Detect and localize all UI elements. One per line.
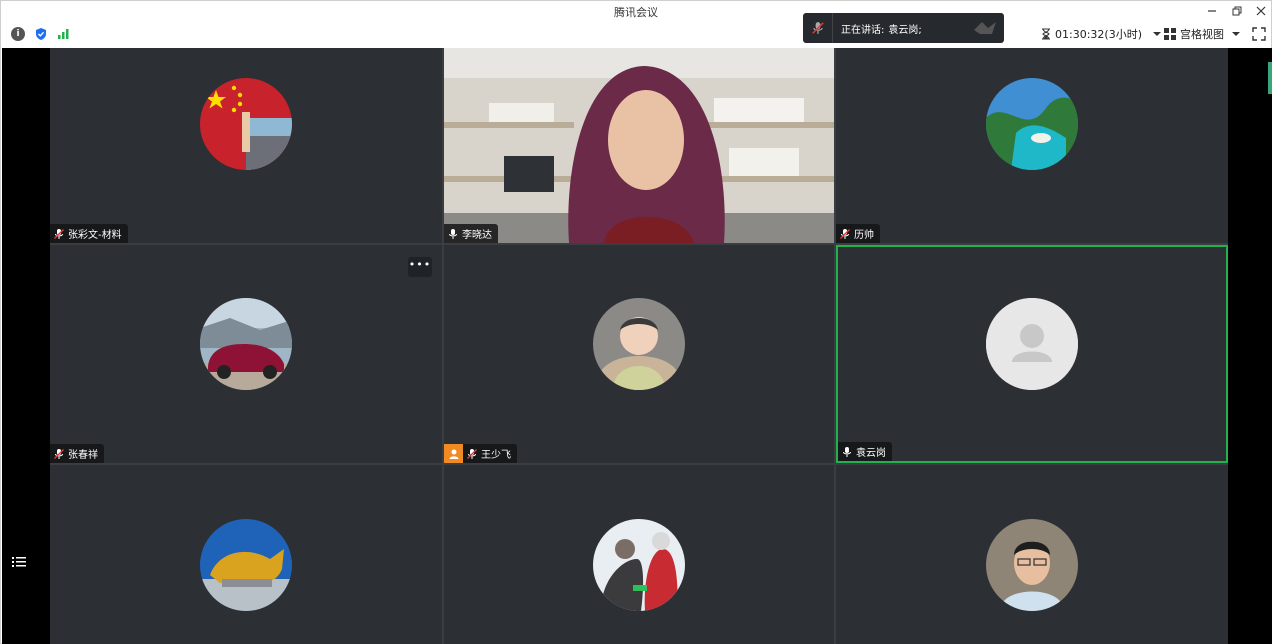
- mic-muted-icon: [54, 228, 64, 239]
- avatar-image: [593, 298, 685, 390]
- meeting-timer[interactable]: 01:30:32(3小时): [1041, 26, 1162, 42]
- avatar-image: [200, 519, 292, 611]
- participant-name: 历帅: [854, 230, 874, 241]
- avatar-image: [200, 78, 292, 170]
- avatar-image: [200, 298, 292, 390]
- avatar: [200, 298, 292, 390]
- speaking-label: 正在讲话:: [841, 24, 885, 36]
- participant-name-tag: 历帅: [836, 224, 880, 243]
- speaking-name: 袁云岗;: [888, 24, 922, 36]
- participant-name-tag: 袁云岗: [838, 442, 892, 461]
- host-badge: [444, 444, 463, 463]
- right-sidebar: [1228, 48, 1272, 644]
- avatar: [986, 519, 1078, 611]
- top-toolbar: i 01:30:32(3小时) 宫格视图: [1, 21, 1271, 47]
- speaker-mic: [803, 13, 833, 43]
- title-bar: 腾讯会议: [1, 1, 1271, 21]
- avatar-image: [593, 519, 685, 611]
- right-edge-handle[interactable]: [1268, 62, 1272, 94]
- timer-text: 01:30:32(3小时): [1055, 28, 1142, 41]
- restore-button[interactable]: [1226, 2, 1248, 20]
- shield-icon[interactable]: [34, 27, 48, 41]
- speaking-graphic-icon: [974, 22, 996, 34]
- participant-name-tag: 张春祥: [50, 444, 104, 463]
- info-icon[interactable]: i: [11, 27, 25, 41]
- window-title: 腾讯会议: [614, 6, 658, 19]
- participant-name: 李晓达: [462, 230, 492, 241]
- mic-muted-icon: [811, 22, 824, 34]
- close-button[interactable]: [1250, 2, 1272, 20]
- view-switch-button[interactable]: 宫格视图: [1164, 26, 1241, 42]
- signal-icon[interactable]: [57, 27, 71, 41]
- participant-name: 袁云岗: [856, 448, 886, 459]
- mic-muted-icon: [467, 448, 477, 459]
- user-icon: [449, 449, 458, 459]
- participant-video-tile[interactable]: 李晓达: [444, 48, 834, 243]
- participant-grid: 张彩文-材料 李晓达 历帅 ••• 张春祥 王少飞 袁云岗: [50, 48, 1228, 644]
- mic-muted-icon: [54, 448, 64, 459]
- meeting-window: 腾讯会议 i 01:30:32(3小时) 宫格视图 张彩文-材料 李晓达 历帅 …: [0, 0, 1272, 644]
- chevron-down-icon: [1153, 32, 1161, 36]
- mic-on-icon: [843, 446, 851, 457]
- participant-name-tag: 张彩文-材料: [50, 224, 128, 243]
- participant-tile-speaking[interactable]: 袁云岗: [836, 245, 1228, 463]
- participant-tile[interactable]: 张彩文-材料: [50, 48, 442, 243]
- participant-name-tag: 王少飞: [463, 444, 517, 463]
- more-options-button[interactable]: •••: [408, 257, 432, 277]
- fullscreen-icon[interactable]: [1252, 27, 1266, 41]
- restore-icon: [1232, 6, 1242, 16]
- participant-name-tag: 李晓达: [444, 224, 498, 243]
- avatar: [593, 519, 685, 611]
- participant-name: 张春祥: [68, 450, 98, 461]
- list-icon[interactable]: [11, 554, 27, 570]
- avatar-image: [986, 519, 1078, 611]
- view-label: 宫格视图: [1180, 28, 1224, 41]
- left-sidebar: [2, 48, 50, 644]
- participant-tile[interactable]: 历帅: [836, 48, 1228, 243]
- participant-tile[interactable]: [50, 465, 442, 644]
- speaking-indicator: 正在讲话: 袁云岗;: [803, 13, 1004, 43]
- mic-on-icon: [449, 228, 457, 239]
- hourglass-icon: [1042, 28, 1050, 40]
- avatar: [200, 519, 292, 611]
- default-user-icon: [986, 298, 1078, 390]
- chevron-down-icon: [1232, 32, 1240, 36]
- minimize-icon: [1208, 10, 1216, 12]
- avatar: [986, 298, 1078, 390]
- participant-name: 王少飞: [481, 450, 511, 461]
- participant-tile[interactable]: [444, 465, 834, 644]
- grid-view-icon: [1164, 28, 1176, 40]
- avatar: [593, 298, 685, 390]
- participant-tile[interactable]: ••• 张春祥: [50, 245, 442, 463]
- participant-tile[interactable]: [836, 465, 1228, 644]
- video-feed: [444, 48, 834, 243]
- mic-muted-icon: [840, 228, 850, 239]
- avatar-image: [986, 78, 1078, 170]
- participant-tile[interactable]: 王少飞: [444, 245, 834, 463]
- avatar: [986, 78, 1078, 170]
- video-stage: 张彩文-材料 李晓达 历帅 ••• 张春祥 王少飞 袁云岗: [2, 48, 1272, 644]
- minimize-button[interactable]: [1201, 2, 1223, 20]
- close-icon: [1256, 6, 1266, 16]
- participant-name: 张彩文-材料: [68, 230, 122, 241]
- avatar: [200, 78, 292, 170]
